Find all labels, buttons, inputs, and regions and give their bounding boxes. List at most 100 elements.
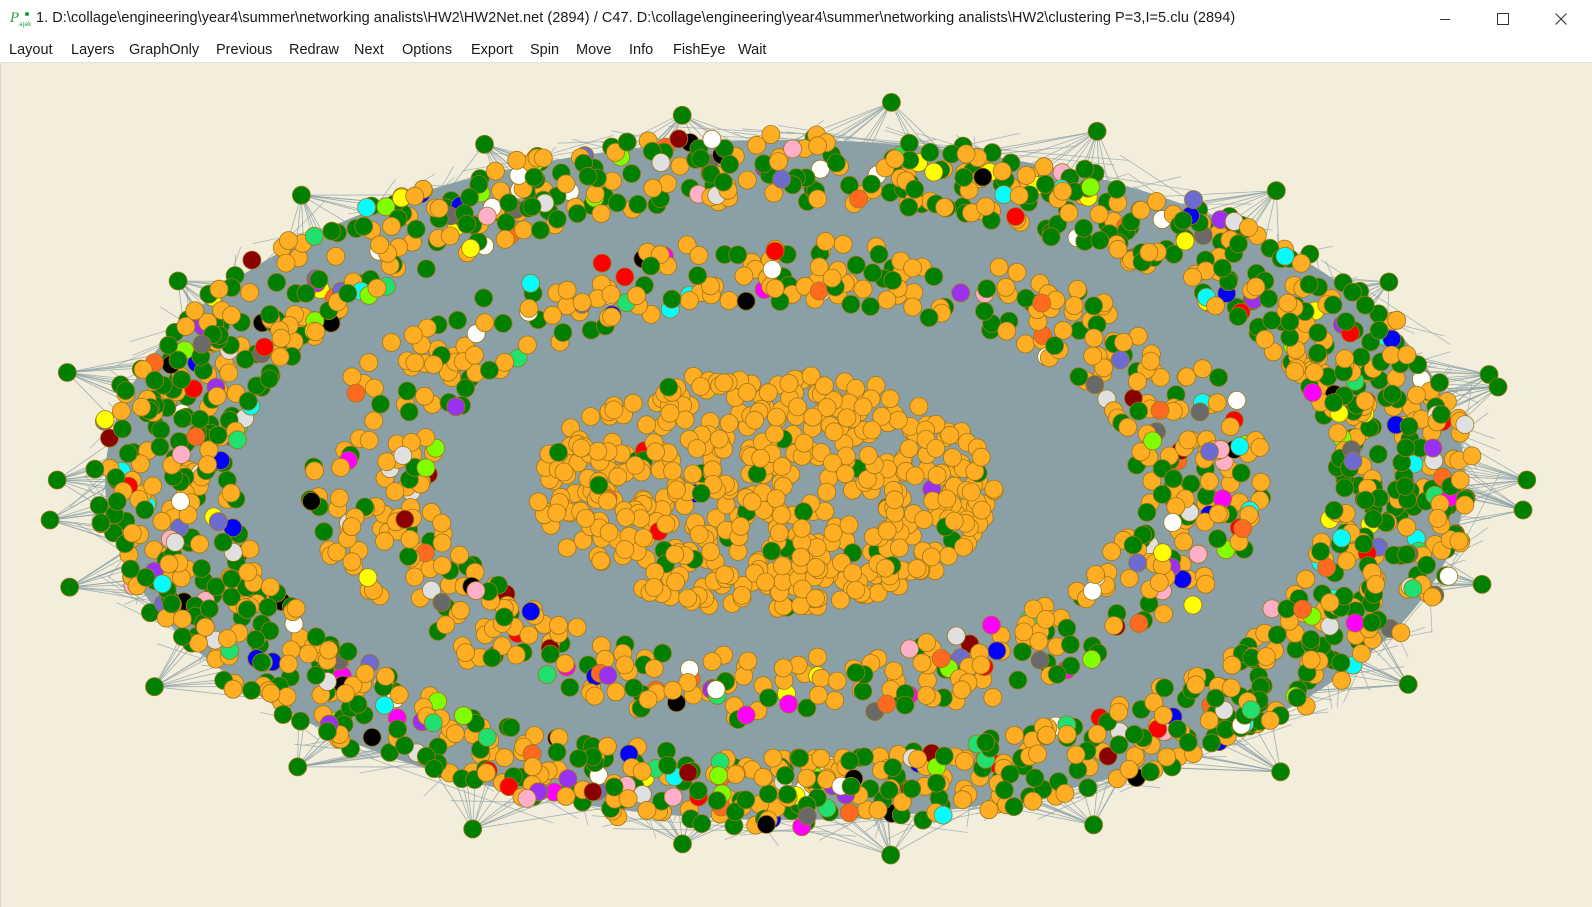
vertex[interactable]: [1028, 744, 1047, 764]
vertex[interactable]: [416, 458, 436, 478]
vertex[interactable]: [604, 400, 624, 420]
vertex[interactable]: [731, 516, 750, 536]
title-bar[interactable]: P ajek 1. D:\collage\engineering\year4\s…: [0, 0, 1592, 38]
vertex[interactable]: [728, 245, 748, 265]
vertex[interactable]: [608, 467, 628, 487]
vertex[interactable]: [823, 523, 843, 543]
vertex[interactable]: [961, 482, 981, 502]
vertex[interactable]: [982, 615, 1001, 635]
vertex[interactable]: [853, 397, 873, 417]
vertex[interactable]: [1207, 393, 1227, 413]
vertex[interactable]: [460, 187, 480, 207]
vertex[interactable]: [1119, 760, 1139, 779]
vertex[interactable]: [617, 132, 637, 152]
vertex[interactable]: [779, 374, 799, 393]
vertex[interactable]: [817, 482, 837, 502]
vertex[interactable]: [524, 167, 544, 187]
vertex[interactable]: [914, 510, 934, 530]
menu-options[interactable]: Options: [402, 42, 452, 58]
vertex[interactable]: [900, 639, 919, 659]
vertex[interactable]: [862, 420, 882, 440]
vertex[interactable]: [779, 694, 798, 714]
vertex[interactable]: [1045, 336, 1064, 356]
vertex[interactable]: [298, 644, 318, 664]
vertex[interactable]: [808, 136, 827, 156]
vertex[interactable]: [841, 294, 861, 314]
vertex[interactable]: [381, 332, 401, 352]
vertex[interactable]: [1110, 350, 1130, 370]
vertex[interactable]: [461, 238, 481, 258]
vertex[interactable]: [405, 353, 425, 373]
vertex[interactable]: [1398, 675, 1418, 694]
vertex[interactable]: [271, 328, 291, 348]
vertex[interactable]: [815, 376, 834, 396]
vertex[interactable]: [529, 492, 548, 512]
menu-graphonly[interactable]: GraphOnly: [129, 42, 199, 58]
vertex[interactable]: [89, 496, 109, 515]
vertex[interactable]: [883, 270, 903, 290]
vertex[interactable]: [1200, 442, 1219, 461]
vertex[interactable]: [1164, 469, 1183, 489]
vertex[interactable]: [772, 457, 792, 476]
vertex[interactable]: [1057, 725, 1077, 744]
vertex[interactable]: [395, 736, 414, 755]
vertex[interactable]: [899, 439, 919, 459]
vertex[interactable]: [116, 381, 136, 401]
vertex[interactable]: [769, 523, 789, 543]
vertex[interactable]: [567, 618, 587, 637]
vertex[interactable]: [326, 246, 346, 266]
vertex[interactable]: [1345, 613, 1365, 633]
vertex[interactable]: [646, 442, 665, 462]
vertex[interactable]: [143, 476, 163, 496]
vertex[interactable]: [547, 742, 567, 762]
vertex[interactable]: [954, 537, 973, 557]
vertex[interactable]: [301, 491, 321, 511]
vertex[interactable]: [477, 727, 497, 747]
vertex[interactable]: [973, 167, 993, 187]
vertex[interactable]: [152, 574, 172, 594]
vertex[interactable]: [644, 659, 664, 678]
vertex[interactable]: [1229, 234, 1248, 254]
vertex[interactable]: [951, 283, 971, 303]
vertex[interactable]: [1397, 345, 1417, 365]
vertex[interactable]: [1332, 528, 1352, 548]
vertex[interactable]: [632, 761, 652, 781]
vertex[interactable]: [1363, 509, 1383, 529]
vertex[interactable]: [242, 250, 262, 270]
vertex[interactable]: [476, 763, 496, 783]
vertex[interactable]: [1016, 288, 1036, 308]
vertex[interactable]: [1206, 688, 1225, 708]
vertex[interactable]: [286, 598, 306, 618]
vertex[interactable]: [429, 198, 449, 218]
vertex[interactable]: [623, 393, 643, 413]
vertex[interactable]: [279, 654, 298, 674]
vertex[interactable]: [346, 383, 366, 403]
vertex[interactable]: [660, 403, 680, 423]
vertex[interactable]: [556, 174, 576, 194]
vertex[interactable]: [806, 588, 825, 608]
vertex[interactable]: [531, 220, 550, 240]
vertex[interactable]: [277, 687, 297, 706]
vertex[interactable]: [518, 335, 537, 355]
vertex[interactable]: [853, 279, 873, 299]
vertex[interactable]: [883, 758, 903, 777]
vertex[interactable]: [385, 482, 405, 502]
vertex[interactable]: [1152, 484, 1172, 504]
vertex[interactable]: [628, 194, 648, 214]
vertex[interactable]: [1177, 367, 1197, 387]
vertex[interactable]: [719, 413, 739, 433]
vertex[interactable]: [172, 370, 191, 390]
vertex[interactable]: [456, 378, 475, 398]
vertex[interactable]: [354, 216, 374, 236]
vertex[interactable]: [763, 748, 783, 768]
vertex[interactable]: [1222, 655, 1242, 675]
vertex[interactable]: [1208, 504, 1228, 524]
vertex[interactable]: [168, 271, 188, 291]
vertex[interactable]: [107, 492, 127, 511]
vertex[interactable]: [861, 174, 881, 194]
vertex[interactable]: [1403, 579, 1423, 599]
vertex[interactable]: [207, 386, 227, 406]
vertex[interactable]: [931, 649, 951, 668]
vertex[interactable]: [1251, 472, 1271, 492]
vertex[interactable]: [571, 438, 591, 458]
